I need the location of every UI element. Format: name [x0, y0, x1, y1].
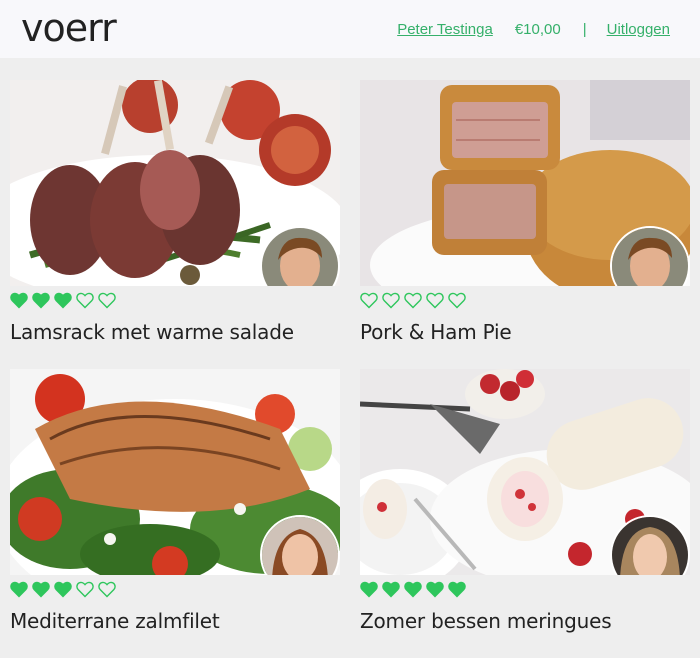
- heart-outline-icon[interactable]: [76, 581, 94, 598]
- heart-outline-icon[interactable]: [382, 292, 400, 309]
- heart-outline-icon[interactable]: [404, 292, 422, 309]
- recipe-photo[interactable]: [360, 80, 690, 286]
- user-nav: Peter Testinga €10,00 | Uitloggen: [397, 21, 670, 38]
- recipe-title[interactable]: Zomer bessen meringues: [360, 609, 690, 633]
- rating[interactable]: [360, 292, 690, 310]
- top-bar: voerr Peter Testinga €10,00 | Uitloggen: [0, 0, 700, 58]
- user-name-link[interactable]: Peter Testinga: [397, 21, 493, 38]
- logo[interactable]: voerr: [21, 6, 117, 50]
- heart-outline-icon[interactable]: [448, 292, 466, 309]
- heart-filled-icon[interactable]: [10, 292, 28, 309]
- recipe-card[interactable]: Lamsrack met warme salade: [10, 80, 340, 369]
- logout-link[interactable]: Uitloggen: [607, 21, 670, 38]
- balance: €10,00: [514, 20, 561, 38]
- heart-outline-icon[interactable]: [98, 292, 116, 309]
- heart-outline-icon[interactable]: [426, 292, 444, 309]
- rating[interactable]: [360, 581, 690, 599]
- heart-filled-icon[interactable]: [404, 581, 422, 598]
- heart-outline-icon[interactable]: [360, 292, 378, 309]
- recipe-photo[interactable]: [10, 80, 340, 286]
- heart-filled-icon[interactable]: [32, 292, 50, 309]
- rating[interactable]: [10, 292, 340, 310]
- rating[interactable]: [10, 581, 340, 599]
- recipe-title[interactable]: Pork & Ham Pie: [360, 320, 690, 344]
- recipe-card[interactable]: Zomer bessen meringues: [360, 369, 690, 658]
- heart-filled-icon[interactable]: [54, 292, 72, 309]
- nav-separator: |: [582, 20, 587, 38]
- heart-filled-icon[interactable]: [54, 581, 72, 598]
- recipe-title[interactable]: Lamsrack met warme salade: [10, 320, 340, 344]
- recipe-photo[interactable]: [360, 369, 690, 575]
- recipe-card[interactable]: Mediterrane zalmfilet: [10, 369, 340, 658]
- heart-filled-icon[interactable]: [382, 581, 400, 598]
- recipe-card[interactable]: Pork & Ham Pie: [360, 80, 690, 369]
- recipe-grid: Lamsrack met warme salade Pork & Ham Pie…: [0, 58, 700, 658]
- heart-outline-icon[interactable]: [76, 292, 94, 309]
- recipe-title[interactable]: Mediterrane zalmfilet: [10, 609, 340, 633]
- heart-filled-icon[interactable]: [10, 581, 28, 598]
- heart-filled-icon[interactable]: [360, 581, 378, 598]
- heart-filled-icon[interactable]: [32, 581, 50, 598]
- heart-filled-icon[interactable]: [426, 581, 444, 598]
- heart-outline-icon[interactable]: [98, 581, 116, 598]
- heart-filled-icon[interactable]: [448, 581, 466, 598]
- recipe-photo[interactable]: [10, 369, 340, 575]
